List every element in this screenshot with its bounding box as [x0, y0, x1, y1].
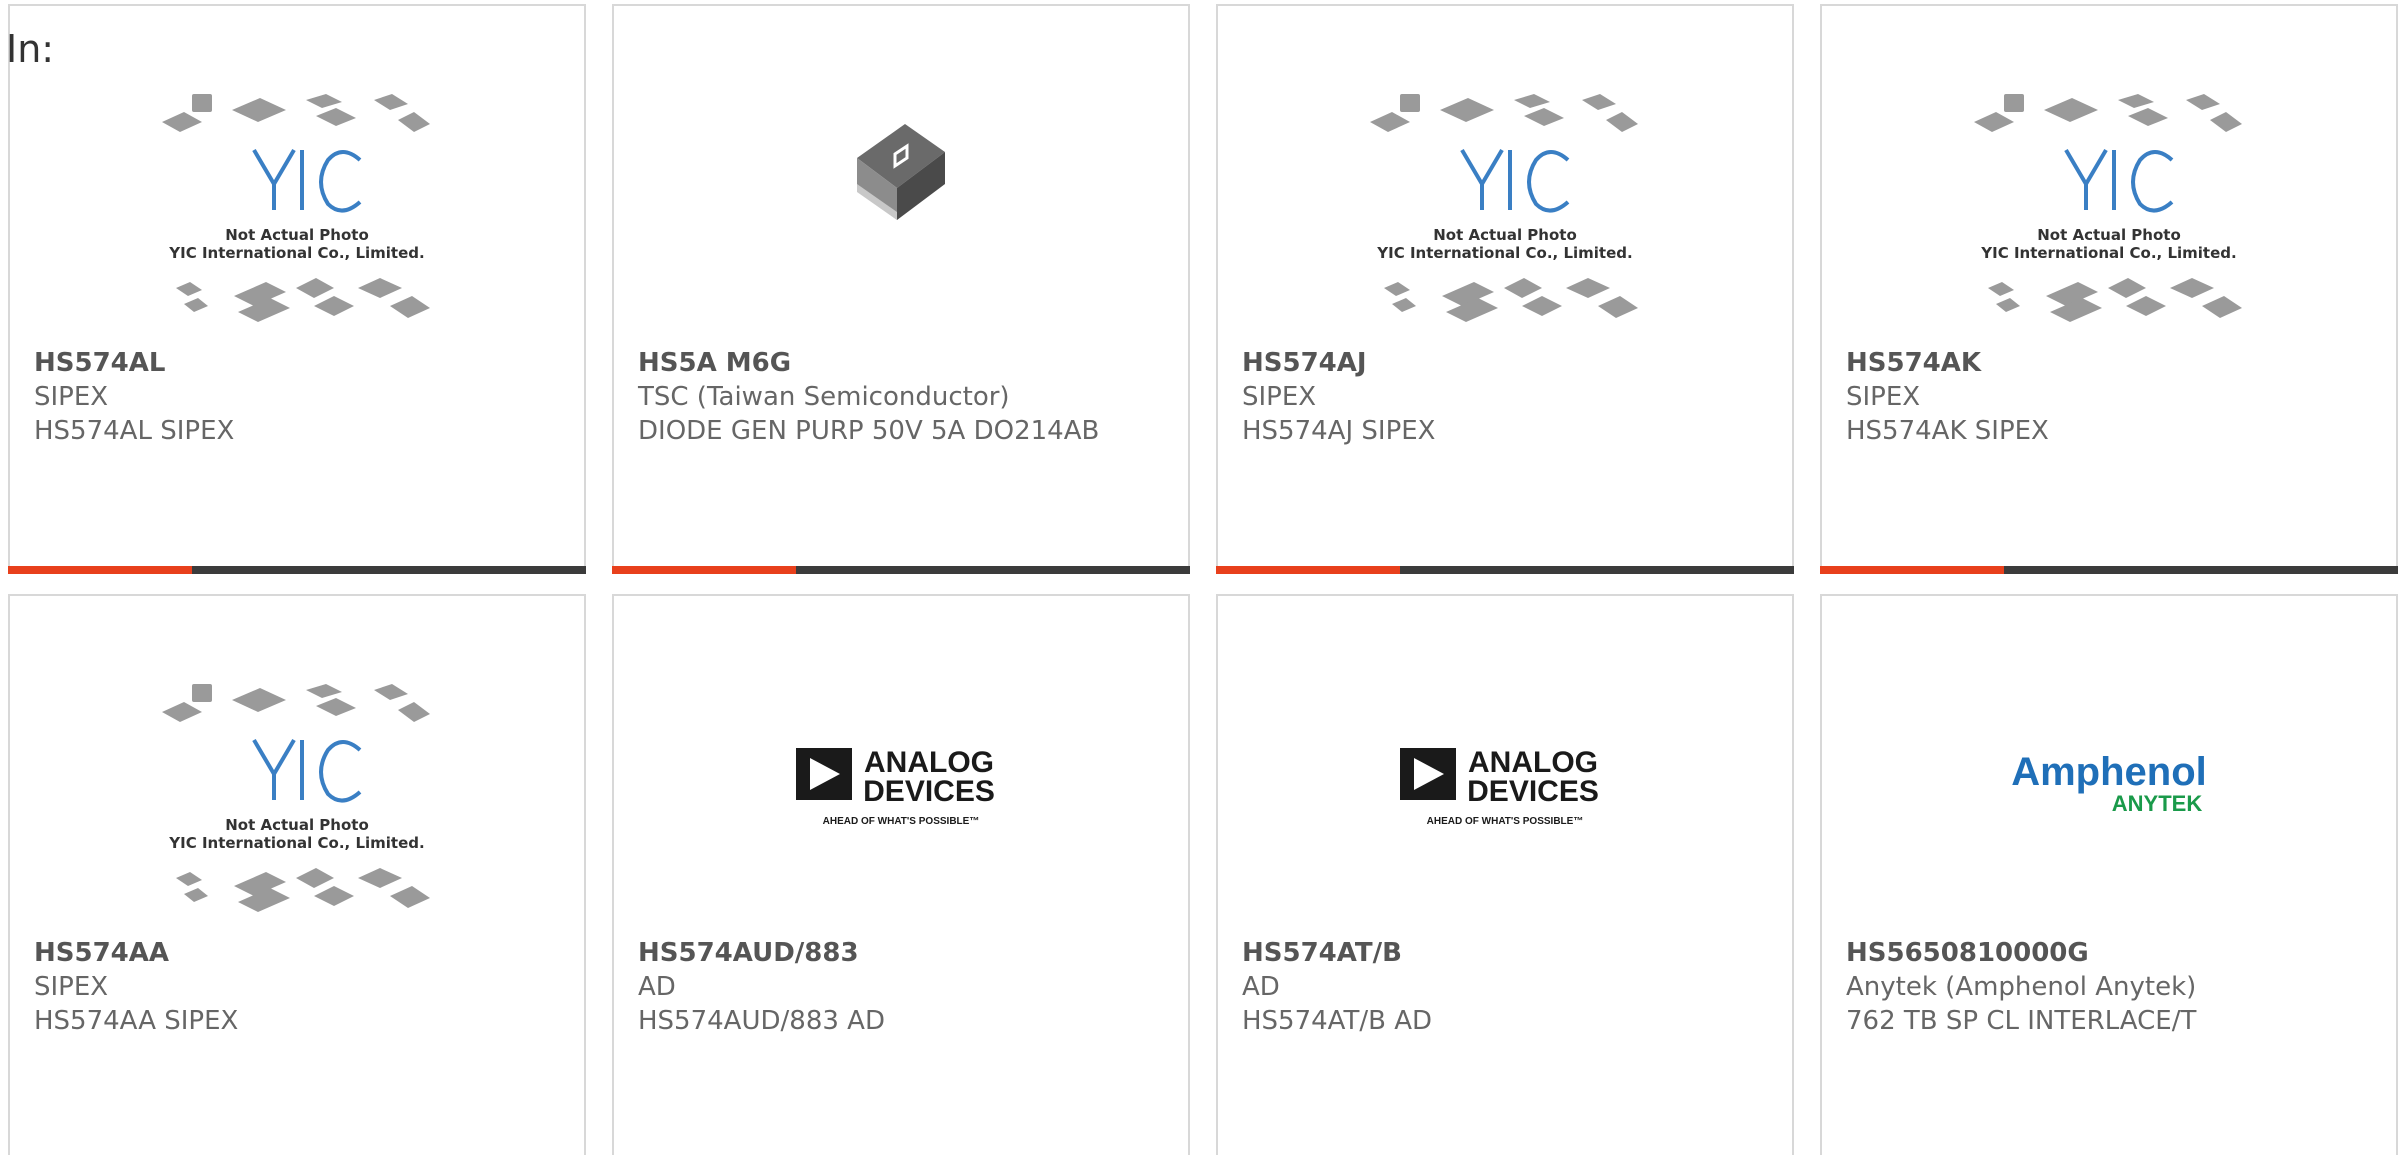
card-accent-bar: [1216, 566, 1400, 574]
product-card[interactable]: HS5A M6G TSC (Taiwan Semiconductor) DIOD…: [612, 4, 1190, 574]
card-accent-bar: [612, 566, 796, 574]
manufacturer: SIPEX: [34, 382, 109, 412]
description: 762 TB SP CL INTERLACE/T: [1846, 1006, 2197, 1036]
product-info: HS5650810000G Anytek (Amphenol Anytek) 7…: [1846, 936, 2366, 1038]
product-info: HS574AUD/883 AD HS574AUD/883 AD: [638, 936, 1158, 1038]
svg-text:YIC International Co., Limited: YIC International Co., Limited.: [168, 244, 424, 262]
product-card[interactable]: Not Actual Photo YIC International Co., …: [8, 594, 586, 1155]
description: HS574AJ SIPEX: [1242, 416, 1436, 446]
description: HS574AUD/883 AD: [638, 1006, 885, 1036]
manufacturer: Anytek (Amphenol Anytek): [1846, 972, 2197, 1002]
svg-text:Not Actual Photo: Not Actual Photo: [225, 226, 369, 244]
product-card[interactable]: Amphenol ANYTEK HS5650810000G Anytek (Am…: [1820, 594, 2398, 1155]
amphenol-logo: Amphenol ANYTEK: [2011, 750, 2207, 816]
product-info: HS5A M6G TSC (Taiwan Semiconductor) DIOD…: [638, 346, 1158, 448]
description: HS574AA SIPEX: [34, 1006, 239, 1036]
yic-placeholder-image: Not Actual Photo YIC International Co., …: [1370, 94, 1638, 322]
description: HS574AK SIPEX: [1846, 416, 2049, 446]
manufacturer: TSC (Taiwan Semiconductor): [638, 382, 1010, 412]
card-bottom-bar: [612, 566, 1190, 574]
svg-text:AHEAD OF WHAT'S POSSIBLE™: AHEAD OF WHAT'S POSSIBLE™: [823, 816, 980, 827]
svg-text:Amphenol: Amphenol: [2011, 750, 2207, 794]
description: DIODE GEN PURP 50V 5A DO214AB: [638, 416, 1100, 446]
svg-text:Not Actual Photo: Not Actual Photo: [2037, 226, 2181, 244]
product-image: ANALOG DEVICES AHEAD OF WHAT'S POSSIBLE™: [614, 714, 1188, 864]
svg-text:YIC International Co., Limited: YIC International Co., Limited.: [168, 834, 424, 852]
product-image: Not Actual Photo YIC International Co., …: [10, 84, 584, 340]
part-number[interactable]: HS574AK: [1846, 346, 2366, 380]
svg-text:YIC International Co., Limited: YIC International Co., Limited.: [1376, 244, 1632, 262]
product-info: HS574AA SIPEX HS574AA SIPEX: [34, 936, 554, 1038]
part-number[interactable]: HS574AJ: [1242, 346, 1762, 380]
part-number[interactable]: HS5650810000G: [1846, 936, 2366, 970]
card-accent-bar: [1820, 566, 2004, 574]
chip-shape: [162, 112, 202, 132]
manufacturer: SIPEX: [34, 972, 109, 1002]
part-number[interactable]: HS574AT/B: [1242, 936, 1762, 970]
part-number[interactable]: HS5A M6G: [638, 346, 1158, 380]
card-bottom-bar: [8, 566, 586, 574]
svg-text:Not Actual Photo: Not Actual Photo: [1433, 226, 1577, 244]
page: Not Actual Photo YIC International Co., …: [0, 0, 2400, 1155]
product-grid: Not Actual Photo YIC International Co., …: [0, 0, 2400, 1155]
svg-text:DEVICES: DEVICES: [1467, 775, 1599, 808]
yic-placeholder-image: Not Actual Photo YIC International Co., …: [162, 94, 430, 322]
product-info: HS574AJ SIPEX HS574AJ SIPEX: [1242, 346, 1762, 448]
product-card[interactable]: Not Actual Photo YIC International Co., …: [8, 4, 586, 574]
svg-text:ANYTEK: ANYTEK: [2112, 791, 2203, 816]
card-accent-bar: [8, 566, 192, 574]
description: HS574AL SIPEX: [34, 416, 235, 446]
part-number[interactable]: HS574AUD/883: [638, 936, 1158, 970]
product-image: Not Actual Photo YIC International Co., …: [1218, 84, 1792, 340]
svg-text:AHEAD OF WHAT'S POSSIBLE™: AHEAD OF WHAT'S POSSIBLE™: [1427, 816, 1584, 827]
manufacturer: SIPEX: [1242, 382, 1317, 412]
description: HS574AT/B AD: [1242, 1006, 1432, 1036]
diode-chip-image: [857, 124, 945, 220]
yic-placeholder-image: Not Actual Photo YIC International Co., …: [162, 684, 430, 912]
product-image: Not Actual Photo YIC International Co., …: [10, 674, 584, 930]
manufacturer: SIPEX: [1846, 382, 1921, 412]
product-info: HS574AK SIPEX HS574AK SIPEX: [1846, 346, 2366, 448]
part-number[interactable]: HS574AL: [34, 346, 554, 380]
product-card[interactable]: ANALOG DEVICES AHEAD OF WHAT'S POSSIBLE™…: [1216, 594, 1794, 1155]
manufacturer: AD: [638, 972, 676, 1002]
card-bottom-bar: [1216, 566, 1794, 574]
part-number[interactable]: HS574AA: [34, 936, 554, 970]
product-card[interactable]: ANALOG DEVICES AHEAD OF WHAT'S POSSIBLE™…: [612, 594, 1190, 1155]
product-card[interactable]: Not Actual Photo YIC International Co., …: [1820, 4, 2398, 574]
in-label: In:: [6, 27, 55, 71]
svg-text:DEVICES: DEVICES: [863, 775, 995, 808]
product-card[interactable]: Not Actual Photo YIC International Co., …: [1216, 4, 1794, 574]
product-image: [614, 98, 1188, 238]
analog-devices-logo: ANALOG DEVICES AHEAD OF WHAT'S POSSIBLE™: [1400, 746, 1599, 827]
product-image: ANALOG DEVICES AHEAD OF WHAT'S POSSIBLE™: [1218, 714, 1792, 864]
yic-placeholder-image: Not Actual Photo YIC International Co., …: [1974, 94, 2242, 322]
manufacturer: AD: [1242, 972, 1280, 1002]
product-info: HS574AT/B AD HS574AT/B AD: [1242, 936, 1762, 1038]
card-bottom-bar: [1820, 566, 2398, 574]
product-image: Amphenol ANYTEK: [1822, 714, 2396, 864]
svg-text:YIC International Co., Limited: YIC International Co., Limited.: [1980, 244, 2236, 262]
analog-devices-logo: ANALOG DEVICES AHEAD OF WHAT'S POSSIBLE™: [796, 746, 995, 827]
product-info: HS574AL SIPEX HS574AL SIPEX: [34, 346, 554, 448]
svg-text:Not Actual Photo: Not Actual Photo: [225, 816, 369, 834]
product-image: Not Actual Photo YIC International Co., …: [1822, 84, 2396, 340]
